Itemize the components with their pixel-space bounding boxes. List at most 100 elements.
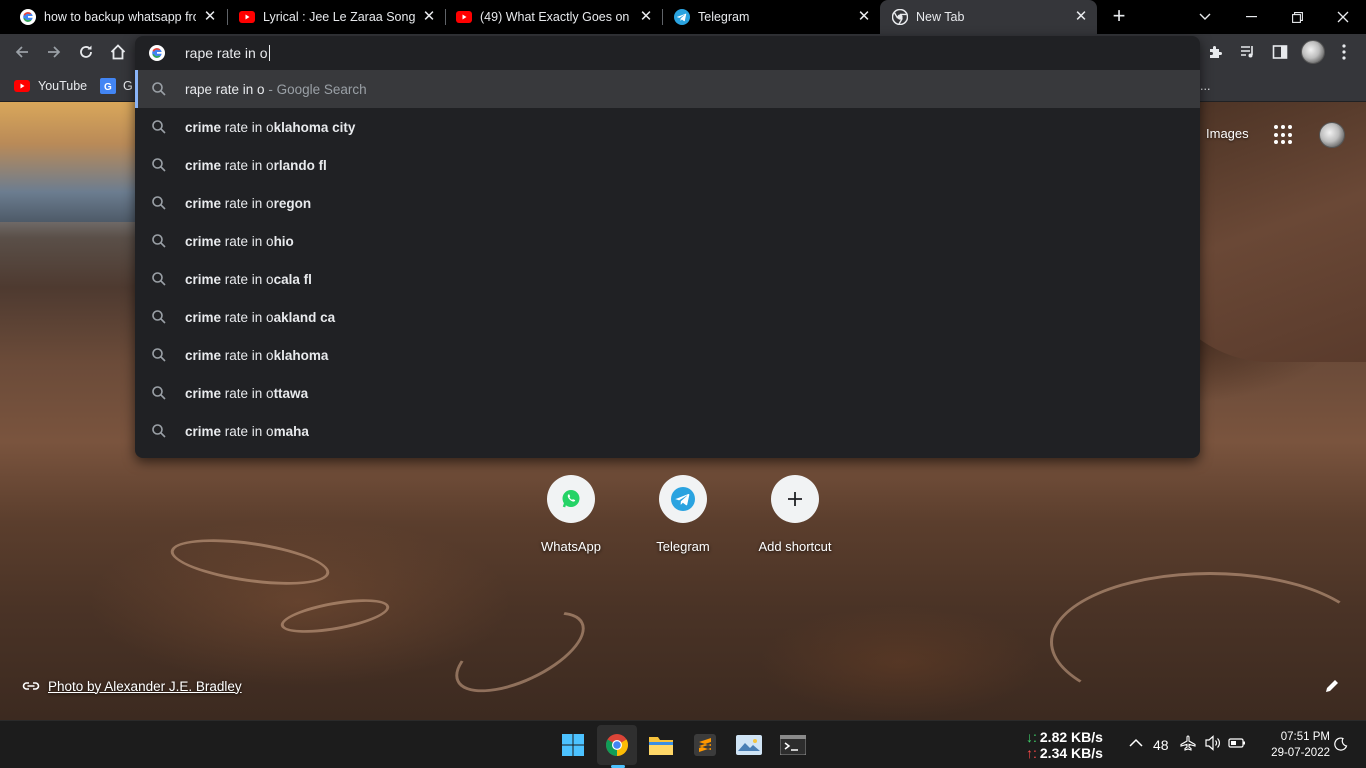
suggestion-suffix: - Google Search (268, 81, 367, 97)
tab-title: Lyrical : Jee Le Zaraa Song | Ta (263, 10, 415, 24)
tab-2[interactable]: Lyrical : Jee Le Zaraa Song | Ta ✕ (227, 0, 445, 34)
suggestion-item[interactable]: crime rate in omaha (135, 412, 1200, 450)
suggestion-text: crime rate in orlando fl (185, 157, 327, 173)
taskbar-sublime-text[interactable] (685, 725, 725, 765)
home-button[interactable] (106, 40, 130, 64)
suggestion-text: crime rate in oregon (185, 195, 312, 211)
suggestion-search[interactable]: rape rate in o - Google Search (135, 70, 1200, 108)
tray-count[interactable]: 48 (1153, 737, 1169, 753)
images-link[interactable]: Images (1206, 126, 1249, 141)
close-icon[interactable]: ✕ (202, 9, 218, 25)
shortcut-whatsapp[interactable]: WhatsApp (515, 475, 627, 565)
omnibox-text: rape rate in o (185, 45, 268, 61)
plus-icon (788, 492, 802, 506)
customize-button[interactable] (1324, 678, 1344, 698)
home-icon (110, 44, 126, 60)
side-panel-icon (1272, 45, 1288, 59)
suggestion-text: crime rate in ohio (185, 233, 294, 249)
photo-credit-link[interactable]: Photo by Alexander J.E. Bradley (22, 676, 242, 696)
battery-icon[interactable] (1228, 735, 1246, 754)
shortcut-label: Telegram (656, 539, 710, 554)
suggestion-item[interactable]: crime rate in orlando fl (135, 146, 1200, 184)
shortcut-tile (771, 475, 819, 523)
chrome-icon (606, 734, 628, 756)
shortcut-tile (547, 475, 595, 523)
taskbar-file-explorer[interactable] (641, 725, 681, 765)
youtube-icon (239, 9, 255, 25)
media-controls-button[interactable] (1236, 40, 1260, 64)
road (443, 595, 597, 709)
terminal-icon (780, 735, 806, 755)
restore-button[interactable] (1274, 0, 1320, 34)
tab-new-tab[interactable]: New Tab ✕ (880, 0, 1097, 34)
chevron-up-icon[interactable] (1129, 735, 1143, 751)
pencil-icon (1326, 680, 1338, 692)
chevron-down-icon (1199, 13, 1211, 20)
suggestion-text: crime rate in oklahoma (185, 347, 329, 363)
kebab-menu-icon (1342, 44, 1346, 60)
photos-icon (736, 735, 762, 755)
bookmarks-overflow[interactable]: ... (1200, 76, 1210, 96)
omnibox[interactable]: rape rate in o (135, 36, 1200, 70)
search-icon (152, 82, 166, 96)
suggestion-item[interactable]: crime rate in oklahoma city (135, 108, 1200, 146)
suggestion-item[interactable]: crime rate in oregon (135, 184, 1200, 222)
suggestion-query: rape rate in o (185, 81, 265, 97)
reload-button[interactable] (74, 40, 98, 64)
shortcut-add[interactable]: Add shortcut (739, 475, 851, 565)
tab-search-button[interactable] (1182, 0, 1228, 34)
suggestion-item[interactable]: crime rate in oklahoma (135, 336, 1200, 374)
airplane-icon[interactable] (1180, 735, 1196, 754)
taskbar-terminal[interactable] (773, 725, 813, 765)
download-speed: 2.82 KB/s (1039, 729, 1103, 745)
shortcut-telegram[interactable]: Telegram (627, 475, 739, 565)
taskbar-photos[interactable] (729, 725, 769, 765)
puzzle-icon (1210, 46, 1222, 58)
tab-1[interactable]: how to backup whatsapp from ✕ (8, 0, 226, 34)
close-window-button[interactable] (1320, 0, 1366, 34)
google-apps-icon[interactable] (1274, 125, 1294, 145)
suggestion-item[interactable]: crime rate in ottawa (135, 374, 1200, 412)
new-tab-button[interactable]: + (1108, 5, 1130, 28)
bookmark-label: YouTube (38, 79, 88, 93)
back-button[interactable] (10, 40, 34, 64)
search-icon (152, 120, 166, 134)
search-icon (152, 386, 166, 400)
suggestion-text: crime rate in ocala fl (185, 271, 312, 287)
suggestion-text: crime rate in oklahoma city (185, 119, 356, 135)
google-icon (20, 9, 36, 25)
close-icon[interactable]: ✕ (421, 9, 437, 25)
road (278, 592, 392, 640)
close-icon[interactable]: ✕ (856, 9, 872, 25)
link-icon (22, 682, 40, 690)
tab-4[interactable]: Telegram ✕ (662, 0, 880, 34)
bookmark-google-translate[interactable]: G G (100, 76, 133, 96)
suggestion-text: crime rate in omaha (185, 423, 309, 439)
minimize-button[interactable] (1228, 0, 1274, 34)
suggestion-item[interactable]: crime rate in ohio (135, 222, 1200, 260)
taskbar-chrome[interactable] (597, 725, 637, 765)
suggestion-item[interactable]: crime rate in ocala fl (135, 260, 1200, 298)
search-icon (152, 348, 166, 362)
focus-moon-icon[interactable] (1334, 737, 1348, 754)
extensions-button[interactable] (1204, 40, 1228, 64)
close-icon[interactable]: ✕ (638, 9, 654, 25)
profile-avatar[interactable] (1301, 40, 1325, 64)
photo-credit-text: Photo by Alexander J.E. Bradley (48, 678, 242, 694)
volume-icon[interactable] (1204, 735, 1222, 754)
tab-title: (49) What Exactly Goes on in (480, 10, 632, 24)
suggestion-item[interactable]: crime rate in oakland ca (135, 298, 1200, 336)
system-clock[interactable]: 07:51 PM 29-07-2022 (1252, 729, 1330, 761)
network-speed: ↓: 2.82 KB/s ↑: 2.34 KB/s (1026, 729, 1103, 761)
forward-button[interactable] (42, 40, 66, 64)
arrow-right-icon (48, 46, 61, 58)
tab-3[interactable]: (49) What Exactly Goes on in ✕ (444, 0, 662, 34)
side-panel-button[interactable] (1268, 40, 1292, 64)
close-icon[interactable]: ✕ (1073, 9, 1089, 25)
menu-button[interactable] (1332, 40, 1356, 64)
omnibox-input[interactable]: rape rate in o (185, 43, 270, 63)
sublime-text-icon (694, 734, 716, 756)
bookmark-youtube[interactable]: YouTube (14, 76, 87, 96)
account-avatar[interactable] (1319, 122, 1345, 148)
start-button[interactable] (553, 725, 593, 765)
